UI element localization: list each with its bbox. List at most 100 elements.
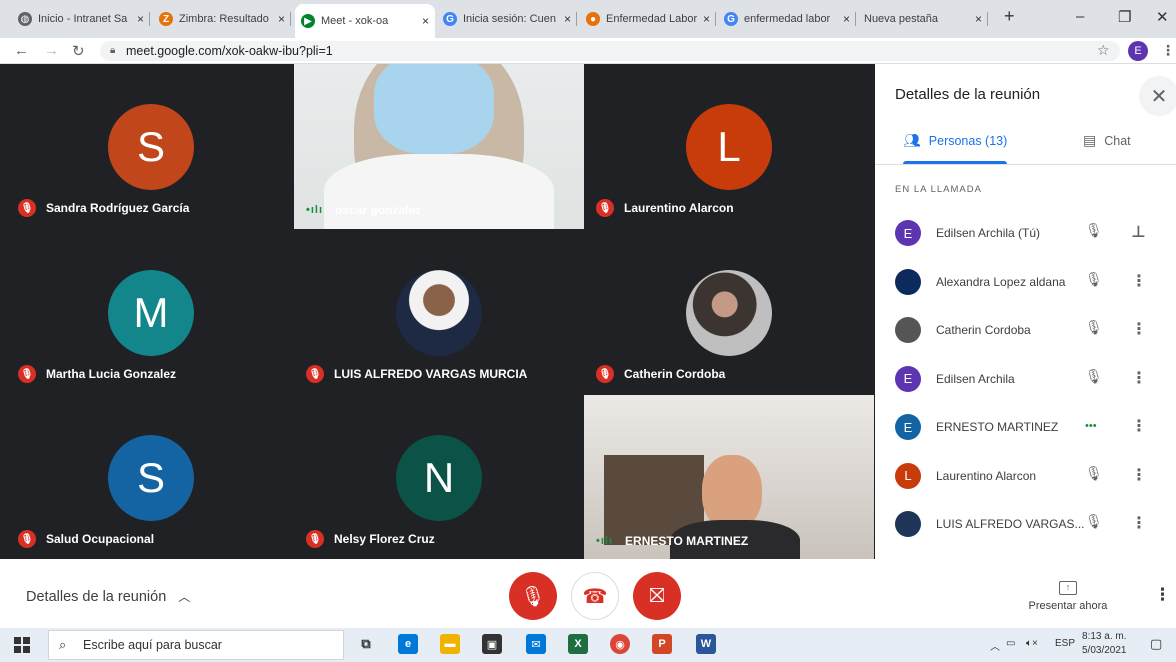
more-options-icon[interactable]: ⋮ [1131, 513, 1147, 533]
new-tab-button[interactable]: + [1004, 6, 1015, 27]
mail-icon[interactable]: ✉ [526, 634, 546, 654]
participant-name-label: 🎙︎ Sandra Rodríguez García [18, 199, 189, 217]
browser-tab[interactable]: ● Enfermedad Labor × [580, 6, 716, 32]
participant-avatar: S [108, 435, 194, 521]
powerpoint-icon[interactable]: P [652, 634, 672, 654]
search-icon: ⌕ [59, 637, 67, 652]
pin-icon[interactable]: ⊥ [1131, 222, 1146, 242]
tab-close-icon[interactable]: × [422, 14, 429, 28]
browser-tab[interactable]: ▶ Meet - xok-oa × [295, 4, 435, 38]
tab-favicon-icon: G [443, 12, 457, 26]
tab-people[interactable]: 👥︎ Personas (13) [903, 132, 1007, 149]
url-text: meet.google.com/xok-oakw-ibu?pli=1 [126, 44, 333, 58]
tab-separator [987, 12, 988, 26]
tab-chat[interactable]: ▤ Chat [1083, 132, 1131, 149]
participant-tile[interactable]: S 🎙︎ Sandra Rodríguez García [6, 64, 296, 229]
more-options-icon[interactable]: ⋮ [1154, 585, 1171, 605]
browser-tab[interactable]: ◍ Inicio - Intranet Sa × [12, 6, 150, 32]
browser-menu-icon[interactable]: ⋮ [1161, 42, 1175, 59]
more-options-icon[interactable]: ⋮ [1131, 319, 1147, 339]
notifications-icon[interactable]: ▢ [1150, 636, 1162, 652]
present-icon: ↑ [1059, 581, 1077, 595]
participant-tile[interactable]: 🎙︎ LUIS ALFREDO VARGAS MURCIA [294, 230, 584, 395]
participant-avatar: N [396, 435, 482, 521]
tab-close-icon[interactable]: × [843, 12, 850, 26]
maximize-icon[interactable]: ❐ [1118, 8, 1131, 26]
windows-start-icon[interactable] [14, 637, 30, 653]
leave-call-button[interactable]: ☎︎ [571, 572, 619, 620]
edge-icon[interactable]: e [398, 634, 418, 654]
url-field[interactable]: 🔒︎ meet.google.com/xok-oakw-ibu?pli=1 [100, 41, 1120, 61]
participant-tile[interactable]: 🎙︎ Catherin Cordoba [584, 230, 874, 395]
participant-list-item[interactable]: E Edilsen Archila 🎙︎ ⋮ [875, 354, 1176, 402]
tab-close-icon[interactable]: × [278, 12, 285, 26]
bookmark-star-icon[interactable]: ☆ [1097, 42, 1110, 59]
file-explorer-icon[interactable]: ▬ [440, 634, 460, 654]
tab-close-icon[interactable]: × [975, 12, 982, 26]
forward-icon[interactable]: → [44, 42, 59, 59]
network-icon[interactable]: ▭ [1006, 638, 1015, 649]
participant-name: Sandra Rodríguez García [46, 201, 190, 215]
participant-tile[interactable]: N 🎙︎ Nelsy Florez Cruz [294, 395, 584, 560]
participant-photo [686, 270, 772, 356]
tab-title: Nueva pestaña [864, 13, 938, 25]
browser-tab[interactable]: G Inicia sesión: Cuen × [437, 6, 577, 32]
chrome-icon[interactable]: ◉ [610, 634, 630, 654]
browser-tab[interactable]: Z Zimbra: Resultado × [153, 6, 291, 32]
divider [875, 164, 1176, 165]
tab-close-icon[interactable]: × [564, 12, 571, 26]
participant-list-item[interactable]: Alexandra Lopez aldana 🎙︎ ⋮ [875, 257, 1176, 305]
profile-avatar[interactable]: E [1128, 41, 1148, 61]
volume-icon[interactable]: 🔈︎× [1026, 638, 1038, 649]
participant-name-label: 🎙︎ Laurentino Alarcon [596, 199, 734, 217]
participant-list-avatar: E [895, 365, 921, 392]
mic-toggle-button[interactable]: 🎙︎ [509, 572, 557, 620]
participant-tile[interactable]: L 🎙︎ Laurentino Alarcon [584, 64, 874, 229]
participant-list-name: ERNESTO MARTINEZ [936, 420, 1059, 434]
participant-tile[interactable]: •ılı ERNESTO MARTINEZ [584, 395, 874, 560]
excel-icon[interactable]: X [568, 634, 588, 654]
participant-list-avatar: L [895, 462, 921, 489]
meeting-details-toggle[interactable]: Detalles de la reunión ︿ [26, 588, 190, 605]
participant-avatar: M [108, 270, 194, 356]
participant-name-label: 🎙︎ LUIS ALFREDO VARGAS MURCIA [306, 365, 527, 383]
more-options-icon[interactable]: ⋮ [1131, 368, 1147, 388]
video-grid: S 🎙︎ Sandra Rodríguez García •ılı oscar gonz… [0, 64, 875, 560]
taskbar-clock[interactable]: 8:13 a. m. 5/03/2021 [1082, 630, 1127, 658]
close-panel-button[interactable]: ✕ [1139, 76, 1176, 116]
window-close-icon[interactable]: ✕ [1156, 8, 1169, 26]
present-now-button[interactable]: ↑ Presentar ahora [1020, 581, 1116, 612]
browser-tab[interactable]: Genfermedad labor × [718, 6, 856, 32]
reload-icon[interactable]: ↻ [72, 42, 85, 60]
more-options-icon[interactable]: ⋮ [1131, 416, 1147, 436]
tab-close-icon[interactable]: × [137, 12, 144, 26]
participant-list-item[interactable]: L Laurentino Alarcon 🎙︎ ⋮ [875, 451, 1176, 499]
participant-list-item[interactable]: Catherin Cordoba 🎙︎ ⋮ [875, 305, 1176, 353]
face-mask [374, 64, 494, 154]
people-icon: 👥︎ [903, 132, 921, 148]
back-icon[interactable]: ← [14, 42, 29, 59]
store-icon[interactable]: ▣ [482, 634, 502, 654]
participant-tile[interactable]: S 🎙︎ Salud Ocupacional [6, 395, 296, 560]
participant-list-item[interactable]: E ERNESTO MARTINEZ ••• ⋮ [875, 402, 1176, 450]
participant-list-item[interactable]: LUIS ALFREDO VARGAS... 🎙︎ ⋮ [875, 499, 1176, 547]
more-options-icon[interactable]: ⋮ [1131, 271, 1147, 291]
minimize-icon[interactable]: – [1076, 8, 1084, 25]
camera-toggle-button[interactable]: ⛝ [633, 572, 681, 620]
tab-close-icon[interactable]: × [703, 12, 710, 26]
browser-tab[interactable]: Nueva pestaña × [858, 6, 988, 32]
participant-list-name: LUIS ALFREDO VARGAS... [936, 517, 1085, 531]
participant-tile[interactable]: M 🎙︎ Martha Lucia Gonzalez [6, 230, 296, 395]
taskbar-search-box[interactable]: ⌕ Escribe aquí para buscar [48, 630, 344, 660]
more-options-icon[interactable]: ⋮ [1131, 465, 1147, 485]
tray-expand-icon[interactable]: ︿ [990, 638, 1000, 653]
speaking-indicator-icon: •ılı [596, 535, 614, 547]
participant-list-avatar [895, 268, 921, 295]
tab-title: Meet - xok-oa [321, 15, 389, 27]
word-icon[interactable]: W [696, 634, 716, 654]
participant-tile[interactable]: •ılı oscar gonzalez [294, 64, 584, 229]
participant-list-item[interactable]: E Edilsen Archila (Tú) 🎙︎ ⊥ [875, 208, 1176, 256]
tab-favicon-icon: ● [586, 12, 600, 26]
task-view-icon[interactable]: ⧉ [356, 634, 376, 654]
language-indicator[interactable]: ESP [1055, 638, 1075, 649]
